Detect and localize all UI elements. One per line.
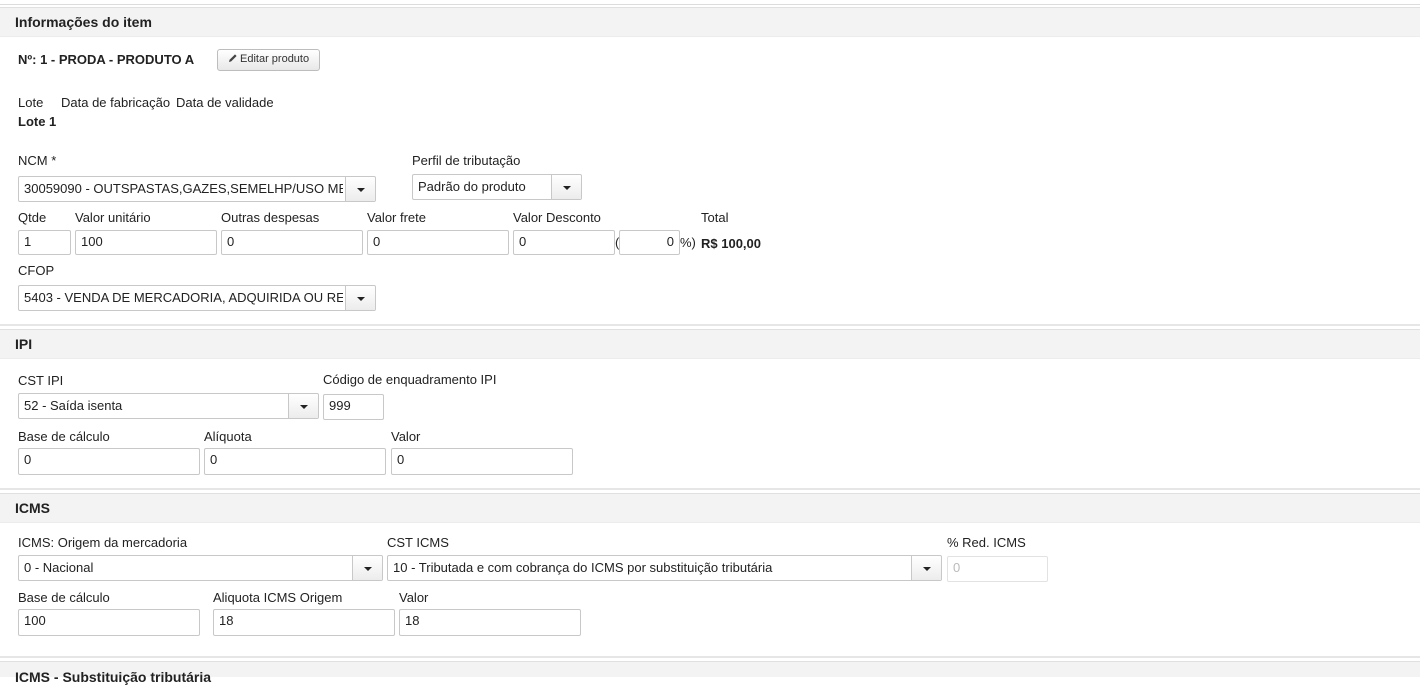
icms-origem-label: ICMS: Origem da mercadoria	[18, 535, 188, 550]
pencil-icon	[228, 53, 238, 63]
cst-icms-dropdown-toggle[interactable]	[911, 556, 941, 580]
qtde-input[interactable]: 1	[18, 230, 71, 255]
section-header-item-info: Informações do item	[0, 7, 1420, 37]
fabricacao-label: Data de fabricação	[61, 95, 171, 110]
section-title-icms-st: ICMS - Substituição tributária	[15, 669, 212, 685]
enquadramento-ipi-label: Código de enquadramento IPI	[323, 372, 497, 387]
section-divider	[0, 324, 1420, 326]
section-divider	[0, 656, 1420, 658]
cfop-dropdown-toggle[interactable]	[345, 286, 375, 310]
ncm-select[interactable]: 30059090 - OUTSPASTAS,GAZES,SEMELHP/USO …	[18, 176, 376, 202]
perfil-value: Padrão do produto	[418, 179, 526, 194]
cfop-select[interactable]: 5403 - VENDA DE MERCADORIA, ADQUIRIDA OU…	[18, 285, 376, 311]
icms-valor-label: Valor	[399, 590, 429, 605]
cfop-label: CFOP	[18, 263, 55, 278]
chevron-down-icon	[364, 567, 372, 571]
chevron-down-icon	[563, 186, 571, 190]
cst-ipi-dropdown-toggle[interactable]	[288, 394, 318, 418]
section-title-item-info: Informações do item	[15, 14, 152, 30]
top-divider	[0, 4, 1420, 5]
icms-origem-select[interactable]: 0 - Nacional	[18, 555, 383, 581]
section-header-ipi: IPI	[0, 329, 1420, 359]
valor-frete-input[interactable]: 0	[367, 230, 509, 255]
ipi-base-label: Base de cálculo	[18, 429, 110, 444]
valor-frete-label: Valor frete	[367, 210, 427, 225]
desconto-pct-close: %)	[680, 235, 696, 250]
perfil-label: Perfil de tributação	[412, 153, 521, 168]
icms-valor-input[interactable]: 18	[399, 609, 581, 636]
valor-unitario-label: Valor unitário	[75, 210, 151, 225]
icms-aliquota-input[interactable]: 18	[213, 609, 395, 636]
icms-aliquota-label: Aliquota ICMS Origem	[213, 590, 343, 605]
qtde-label: Qtde	[18, 210, 47, 225]
section-title-ipi: IPI	[15, 336, 33, 352]
total-value: R$ 100,00	[701, 236, 761, 251]
required-mark: *	[51, 153, 57, 168]
item-title: Nº: 1 - PRODA - PRODUTO A	[18, 52, 195, 67]
cst-ipi-value: 52 - Saída isenta	[24, 398, 123, 413]
edit-product-button[interactable]: Editar produto	[217, 49, 321, 71]
outras-despesas-label: Outras despesas	[221, 210, 320, 225]
valor-desconto-input[interactable]: 0	[513, 230, 615, 255]
valor-unitario-input[interactable]: 100	[75, 230, 217, 255]
red-icms-input[interactable]: 0	[947, 556, 1048, 582]
valor-desconto-label: Valor Desconto	[513, 210, 601, 225]
validade-label: Data de validade	[176, 95, 274, 110]
ipi-valor-input[interactable]: 0	[391, 448, 573, 475]
total-label: Total	[701, 210, 729, 225]
section-header-icms-st: ICMS - Substituição tributária	[0, 661, 1420, 685]
section-header-icms: ICMS	[0, 493, 1420, 523]
ncm-value: 30059090 - OUTSPASTAS,GAZES,SEMELHP/USO …	[24, 181, 343, 196]
cst-icms-select[interactable]: 10 - Tributada e com cobrança do ICMS po…	[387, 555, 942, 581]
enquadramento-ipi-input[interactable]: 999	[323, 394, 384, 420]
section-title-icms: ICMS	[15, 500, 50, 516]
ncm-label: NCM *	[18, 153, 57, 168]
edit-product-label: Editar produto	[240, 53, 310, 65]
section-divider	[0, 488, 1420, 490]
icms-base-input[interactable]: 100	[18, 609, 200, 636]
cst-icms-label: CST ICMS	[387, 535, 449, 550]
icms-origem-value: 0 - Nacional	[24, 560, 94, 575]
red-icms-label: % Red. ICMS	[947, 535, 1026, 550]
chevron-down-icon	[300, 405, 308, 409]
lote-label: Lote	[18, 95, 44, 110]
ipi-aliquota-label: Alíquota	[204, 429, 252, 444]
desconto-percent-input[interactable]: 0	[619, 230, 680, 255]
perfil-dropdown-toggle[interactable]	[551, 175, 581, 199]
ipi-base-input[interactable]: 0	[18, 448, 200, 475]
chevron-down-icon	[357, 188, 365, 192]
cst-icms-value: 10 - Tributada e com cobrança do ICMS po…	[393, 560, 773, 575]
icms-origem-dropdown-toggle[interactable]	[352, 556, 382, 580]
cst-ipi-select[interactable]: 52 - Saída isenta	[18, 393, 319, 419]
lote-value: Lote 1	[18, 114, 57, 129]
perfil-select[interactable]: Padrão do produto	[412, 174, 582, 200]
ncm-dropdown-toggle[interactable]	[345, 177, 375, 201]
cfop-value: 5403 - VENDA DE MERCADORIA, ADQUIRIDA OU…	[24, 290, 343, 305]
outras-despesas-input[interactable]: 0	[221, 230, 363, 255]
chevron-down-icon	[357, 297, 365, 301]
chevron-down-icon	[923, 567, 931, 571]
ipi-valor-label: Valor	[391, 429, 421, 444]
cst-ipi-label: CST IPI	[18, 373, 64, 388]
icms-base-label: Base de cálculo	[18, 590, 110, 605]
ipi-aliquota-input[interactable]: 0	[204, 448, 386, 475]
